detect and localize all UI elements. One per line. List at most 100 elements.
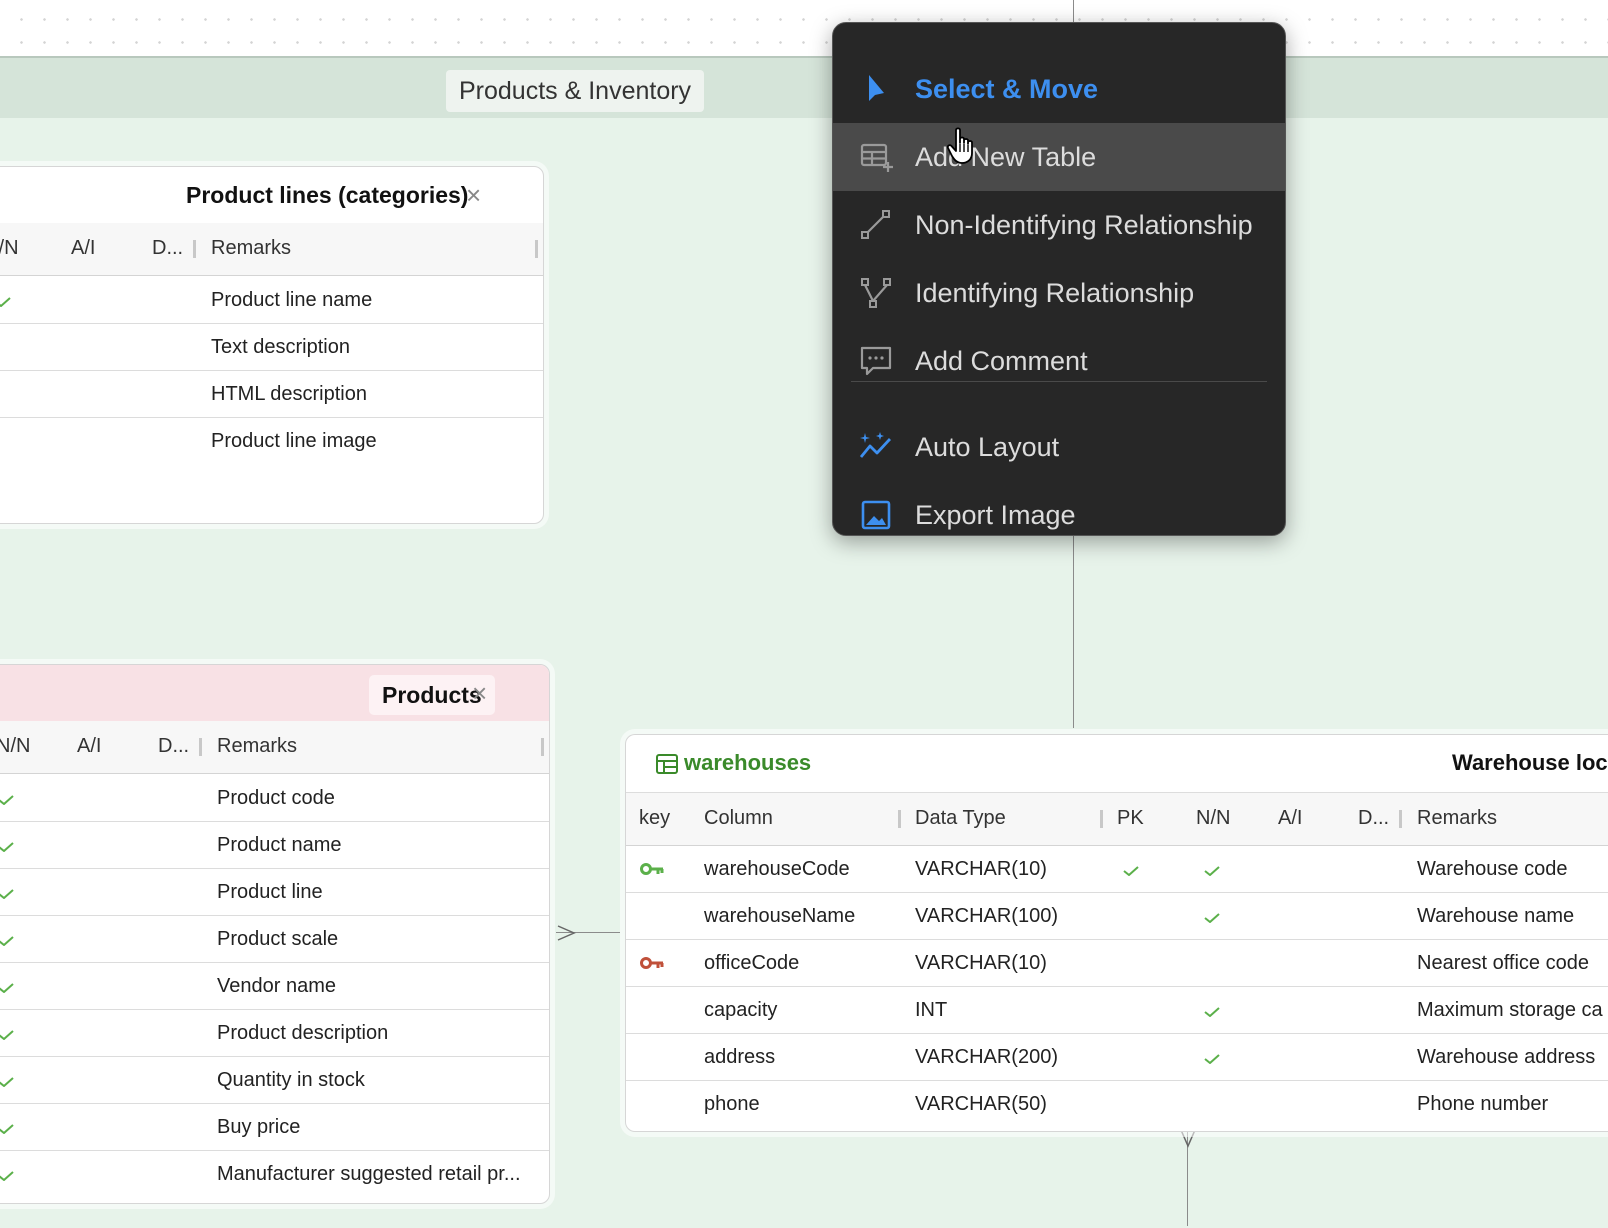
column-header-default: D... (1358, 807, 1390, 829)
column-name-cell: officeCode (704, 952, 800, 974)
table-row[interactable]: warehouseCode VARCHAR(10) Warehouse code (626, 846, 1608, 893)
column-header-remarks: Remarks (211, 237, 292, 259)
table-row[interactable]: Vendor name (0, 963, 549, 1010)
table-row[interactable]: Buy price (0, 1104, 549, 1151)
menu-item-label: Add Comment (915, 346, 1088, 376)
remarks-cell: Vendor name (217, 975, 336, 997)
column-resize-handle[interactable] (541, 738, 544, 756)
table-row[interactable]: Quantity in stock (0, 1057, 549, 1104)
menu-item-label: Add New Table (915, 142, 1097, 172)
column-name-cell: phone (704, 1093, 760, 1115)
remarks-cell: Product line name (211, 289, 373, 311)
table-header[interactable]: Product lines (categories) × (0, 167, 543, 224)
table-row[interactable]: Product code (0, 775, 549, 822)
remarks-cell: Product code (217, 787, 335, 809)
context-menu: Select & Move Add New Table Non-Identify… (832, 22, 1286, 536)
subject-area-title[interactable]: Products & Inventory (446, 70, 705, 112)
menu-item-identifying-relationship[interactable]: Identifying Relationship (833, 259, 1285, 327)
check-icon (0, 889, 14, 899)
column-header-default: D... (152, 237, 184, 259)
menu-item-label: Select & Move (915, 74, 1099, 104)
remarks-cell: Quantity in stock (217, 1069, 365, 1091)
table-products[interactable]: Products × N/N A/I D... Remarks Product … (0, 664, 550, 1204)
menu-item-add-new-table[interactable]: Add New Table (833, 123, 1285, 191)
auto-layout-icon (859, 432, 892, 458)
table-row[interactable]: phone VARCHAR(50) Phone number (626, 1081, 1608, 1127)
check-icon (1204, 1007, 1220, 1017)
table-row[interactable]: capacity INT Maximum storage ca (626, 987, 1608, 1034)
menu-divider (851, 381, 1267, 382)
check-icon (1204, 1054, 1220, 1064)
table-row[interactable]: HTML description (0, 371, 543, 418)
menu-item-export-image[interactable]: Export Image (833, 481, 1285, 549)
column-header-remarks: Remarks (217, 735, 298, 757)
column-name-cell: warehouseCode (704, 858, 850, 880)
menu-item-select-move[interactable]: Select & Move (833, 55, 1285, 123)
column-header-column: Column (704, 807, 773, 829)
remarks-cell: Phone number (1417, 1093, 1549, 1115)
table-warehouses[interactable]: warehouses Warehouse loc key Column Data… (625, 734, 1608, 1132)
table-row[interactable]: Product line name (0, 277, 543, 324)
check-icon (1204, 866, 1220, 876)
remarks-cell: Manufacturer suggested retail pr... (217, 1163, 521, 1185)
close-icon[interactable]: × (466, 167, 481, 223)
menu-item-non-identifying-relationship[interactable]: Non-Identifying Relationship (833, 191, 1285, 259)
remarks-cell: Maximum storage ca (1417, 999, 1603, 1021)
table-product-lines[interactable]: Product lines (categories) × I/N A/I D..… (0, 166, 544, 524)
column-header-ai: A/I (1278, 807, 1303, 829)
column-header-ai: A/I (77, 735, 102, 757)
table-title: Warehouse loc (1452, 750, 1608, 775)
subject-area-header: Products & Inventory (0, 58, 1608, 118)
cursor-arrow-icon (869, 75, 884, 101)
non-identifying-relation-icon (861, 210, 890, 239)
check-icon (0, 1124, 14, 1134)
column-header-remarks: Remarks (1417, 807, 1498, 829)
column-resize-handle[interactable] (199, 738, 202, 756)
table-row[interactable]: Manufacturer suggested retail pr... (0, 1151, 549, 1197)
table-row[interactable]: address VARCHAR(200) Warehouse address (626, 1034, 1608, 1081)
check-icon (0, 842, 14, 852)
table-row[interactable]: Product description (0, 1010, 549, 1057)
check-icon (0, 1030, 14, 1040)
table-row[interactable]: Product scale (0, 916, 549, 963)
column-resize-handle[interactable] (193, 240, 196, 258)
datatype-cell: VARCHAR(200) (915, 1046, 1058, 1068)
canvas-background (0, 0, 1608, 58)
comment-icon (860, 346, 892, 376)
close-icon[interactable]: × (472, 665, 487, 721)
table-row[interactable]: officeCode VARCHAR(10) Nearest office co… (626, 940, 1608, 987)
table-row[interactable]: Text description (0, 324, 543, 371)
table-row[interactable]: Product name (0, 822, 549, 869)
column-header-nn: I/N (0, 237, 19, 259)
remarks-cell: Text description (211, 336, 350, 358)
column-header-pk: PK (1117, 807, 1144, 829)
column-resize-handle[interactable] (1399, 810, 1402, 828)
remarks-cell: Product scale (217, 928, 339, 950)
menu-item-label: Non-Identifying Relationship (915, 210, 1253, 240)
table-header[interactable]: warehouses Warehouse loc (626, 735, 1608, 793)
table-title: Product lines (categories) (186, 182, 469, 208)
column-resize-handle[interactable] (1100, 810, 1103, 828)
remarks-cell: Warehouse name (1417, 905, 1575, 927)
relationship-line[interactable] (1073, 534, 1074, 728)
table-row[interactable]: Product line (0, 869, 549, 916)
check-icon (0, 936, 14, 946)
check-icon (0, 795, 14, 805)
remarks-cell: Buy price (217, 1116, 301, 1138)
table-physical-name: warehouses (684, 750, 812, 775)
hand-cursor-icon (946, 127, 973, 164)
column-header-ai: A/I (71, 237, 96, 259)
check-icon (0, 1077, 14, 1087)
menu-item-add-comment[interactable]: Add Comment (833, 327, 1285, 395)
menu-item-auto-layout[interactable]: Auto Layout (833, 413, 1285, 481)
datatype-cell: VARCHAR(100) (915, 905, 1058, 927)
table-icon (656, 754, 678, 774)
column-header-row: key Column Data Type PK N/N A/I D... Rem… (626, 793, 1608, 846)
table-row[interactable]: Product line image (0, 418, 543, 464)
table-row[interactable]: warehouseName VARCHAR(100) Warehouse nam… (626, 893, 1608, 940)
column-resize-handle[interactable] (535, 240, 538, 258)
check-icon (0, 983, 14, 993)
remarks-cell: Product name (217, 834, 342, 856)
column-resize-handle[interactable] (898, 810, 901, 828)
table-header[interactable]: Products × (0, 665, 549, 722)
